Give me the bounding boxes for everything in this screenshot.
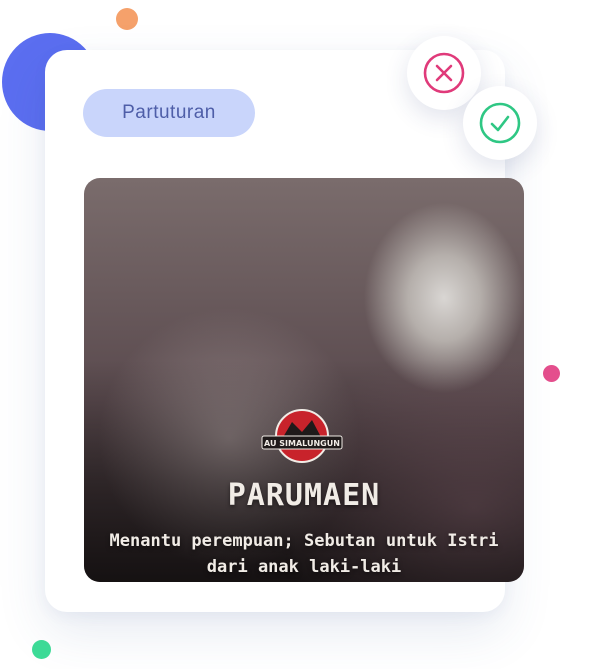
image-shade	[84, 178, 524, 582]
word-title: PARUMAEN	[227, 478, 381, 513]
decorative-orange-dot	[116, 8, 138, 30]
accept-button[interactable]	[463, 86, 537, 160]
decorative-green-dot	[32, 640, 51, 659]
reject-button[interactable]	[407, 36, 481, 110]
category-tag: Partuturan	[83, 89, 255, 137]
check-circle-icon	[479, 102, 521, 144]
card-image: AU SIMALUNGUN PARUMAEN Menantu perempuan…	[84, 178, 524, 582]
word-definition: Menantu perempuan; Sebutan untuk Istri d…	[109, 531, 499, 577]
logo-text: AU SIMALUNGUN	[264, 439, 340, 448]
close-circle-icon	[423, 52, 465, 94]
decorative-pink-dot	[543, 365, 560, 382]
au-simalungun-logo: AU SIMALUNGUN	[261, 409, 343, 463]
